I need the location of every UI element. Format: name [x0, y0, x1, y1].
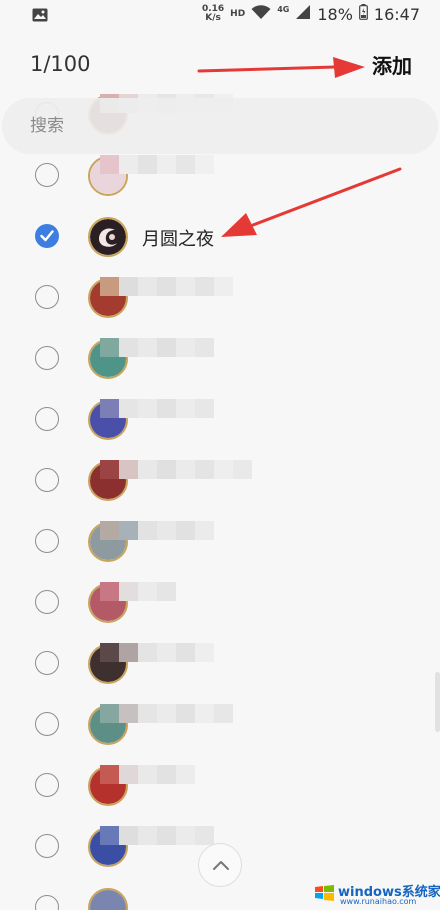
contact-avatar — [88, 217, 128, 257]
select-checkbox[interactable] — [35, 529, 59, 553]
watermark-subtitle: www.runaihao.com — [340, 897, 417, 906]
watermark: windows系统家园 www.runaihao.com — [300, 878, 440, 910]
blurred-name — [100, 582, 176, 620]
clock: 16:47 — [373, 4, 420, 24]
contact-row[interactable]: 月圆之夜 — [0, 206, 440, 266]
hd-indicator: HD — [230, 9, 246, 19]
contact-row[interactable] — [0, 450, 440, 510]
scrollbar-handle[interactable] — [435, 672, 440, 732]
blurred-name — [100, 277, 233, 315]
scroll-to-top-button[interactable] — [198, 843, 242, 887]
wifi-icon — [251, 4, 271, 24]
header: 1/100 添加 — [0, 40, 440, 90]
blurred-name — [100, 643, 214, 681]
blurred-name — [100, 155, 214, 193]
contact-row[interactable] — [0, 572, 440, 632]
blurred-name — [100, 521, 214, 559]
network-type: 4G — [277, 4, 290, 14]
signal-icon — [295, 4, 311, 24]
contact-row[interactable] — [0, 633, 440, 693]
network-speed: 0.16 K/s — [201, 4, 225, 23]
contact-row[interactable] — [0, 267, 440, 327]
select-checkbox[interactable] — [35, 590, 59, 614]
checkmark-icon — [40, 230, 54, 242]
gallery-notification-icon — [32, 7, 48, 26]
contact-row[interactable] — [0, 389, 440, 449]
status-bar: 0.16 K/s HD 4G 18% 16:47 — [0, 0, 440, 32]
blurred-name — [100, 704, 233, 742]
select-checkbox[interactable] — [35, 468, 59, 492]
select-checkbox[interactable] — [35, 773, 59, 797]
select-checkbox[interactable] — [35, 346, 59, 370]
select-checkbox[interactable] — [35, 651, 59, 675]
blurred-name — [100, 399, 214, 437]
battery-icon — [358, 4, 368, 24]
blurred-name — [100, 765, 195, 803]
add-button[interactable]: 添加 — [372, 50, 412, 79]
moon-logo-icon — [90, 219, 126, 255]
contact-row[interactable] — [0, 511, 440, 571]
blurred-name — [100, 338, 214, 376]
select-checkbox[interactable] — [35, 163, 59, 187]
search-bar[interactable] — [2, 98, 438, 154]
select-checkbox[interactable] — [35, 895, 59, 910]
select-checkbox[interactable] — [35, 285, 59, 309]
select-checkbox[interactable] — [35, 834, 59, 858]
blurred-name — [100, 460, 252, 498]
contact-row[interactable] — [0, 755, 440, 815]
battery-percent: 18% — [317, 4, 353, 24]
select-checkbox-checked[interactable] — [35, 224, 59, 248]
select-checkbox[interactable] — [35, 407, 59, 431]
windows-logo-icon — [315, 885, 334, 901]
contact-row[interactable] — [0, 145, 440, 205]
contact-avatar — [88, 888, 128, 910]
contact-row[interactable] — [0, 694, 440, 754]
blurred-name — [100, 826, 214, 864]
contact-name: 月圆之夜 — [142, 229, 214, 250]
contact-row[interactable] — [0, 328, 440, 388]
select-checkbox[interactable] — [35, 712, 59, 736]
search-input[interactable] — [30, 112, 390, 140]
selection-counter: 1/100 — [30, 52, 91, 76]
chevron-up-icon — [213, 861, 229, 870]
